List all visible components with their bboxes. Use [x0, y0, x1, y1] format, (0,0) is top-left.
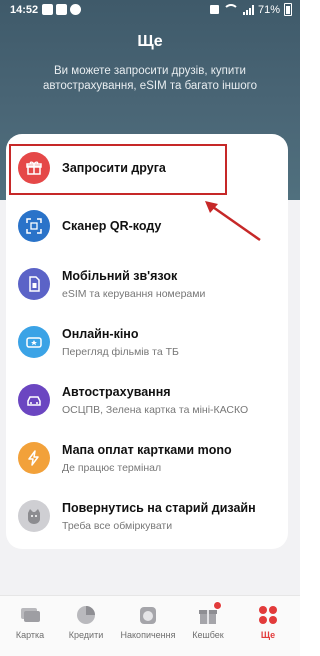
- tab-label: Ще: [260, 630, 276, 640]
- tab-label: Накопичення: [120, 630, 176, 640]
- menu-item-title: Автострахування: [62, 385, 171, 399]
- four-dots-icon: [257, 604, 279, 626]
- tab-label: Кредити: [68, 630, 104, 640]
- menu-item-qr-scanner[interactable]: Сканер QR-коду: [6, 201, 288, 259]
- facebook-icon: [70, 4, 81, 15]
- tab-credits[interactable]: Кредити: [56, 596, 116, 656]
- menu-item-title: Повернутись на старий дизайн: [62, 501, 256, 515]
- tab-cashback[interactable]: Кешбек: [178, 596, 238, 656]
- notification-dot: [213, 601, 222, 610]
- sim-card-icon: [18, 268, 50, 300]
- menu-item-title: Онлайн-кіно: [62, 327, 139, 341]
- bottom-tab-bar: Картка Кредити Накопичення Кешбек Ще: [0, 595, 300, 656]
- menu-item-subtitle: Де працює термінал: [62, 462, 162, 474]
- menu-item-mono-map[interactable]: Мапа оплат картками mono Де працює термі…: [6, 433, 288, 491]
- tab-savings[interactable]: Накопичення: [118, 596, 178, 656]
- status-time: 14:52: [10, 4, 39, 16]
- wifi-icon: [222, 4, 239, 15]
- cat-face-icon: [18, 500, 50, 532]
- ticket-icon: [18, 326, 50, 358]
- menu-item-old-design[interactable]: Повернутись на старий дизайн Треба все о…: [6, 491, 288, 549]
- jar-icon: [137, 604, 159, 626]
- menu-item-online-cinema[interactable]: Онлайн-кіно Перегляд фільмів та ТБ: [6, 317, 288, 375]
- tab-label: Картка: [15, 630, 45, 640]
- menu-item-title: Мапа оплат картками mono: [62, 443, 232, 457]
- battery-percent: 71%: [257, 3, 280, 16]
- menu-item-subtitle: ОСЦПВ, Зелена картка та міні-КАСКО: [62, 404, 249, 416]
- car-shield-icon: [18, 384, 50, 416]
- cards-icon: [19, 604, 41, 626]
- app-notification-icon: [56, 4, 67, 15]
- status-notification-icons: [42, 4, 81, 15]
- lightning-icon: [18, 442, 50, 474]
- menu-item-car-insurance[interactable]: Автострахування ОСЦПВ, Зелена картка та …: [6, 375, 288, 433]
- status-bar: 14:52 71%: [0, 0, 300, 22]
- qr-scanner-icon: [18, 210, 50, 242]
- status-system-icons: 71%: [209, 3, 292, 16]
- pie-chart-icon: [75, 604, 97, 626]
- highlight-box: [9, 144, 227, 195]
- menu-item-title: Сканер QR-коду: [62, 219, 162, 233]
- messenger-icon: [42, 4, 53, 15]
- menu-item-subtitle: Треба все обміркувати: [62, 520, 173, 532]
- page-subtitle: Ви можете запросити друзів, купити автос…: [43, 65, 257, 92]
- tab-more[interactable]: Ще: [238, 596, 298, 656]
- menu-item-subtitle: Перегляд фільмів та ТБ: [62, 346, 179, 358]
- menu-item-title: Мобільний зв'язок: [62, 269, 178, 283]
- gift-box-icon: [197, 601, 222, 626]
- tab-card[interactable]: Картка: [0, 596, 60, 656]
- signal-icon: [242, 4, 254, 15]
- menu-item-subtitle: eSIM та керування номерами: [62, 288, 206, 300]
- tab-label: Кешбек: [192, 630, 224, 640]
- page-title: Ще: [137, 33, 163, 50]
- alarm-icon: [209, 5, 219, 14]
- menu-item-mobile[interactable]: Мобільний зв'язок eSIM та керування номе…: [6, 259, 288, 317]
- battery-icon: [284, 3, 292, 16]
